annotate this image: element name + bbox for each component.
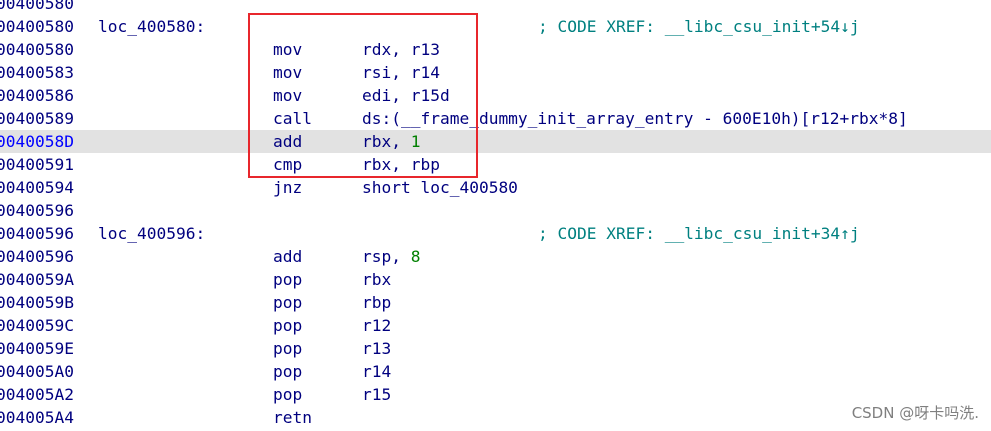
disassembly-line[interactable]: 0040059C pop r12 <box>0 314 991 337</box>
instruction-operands[interactable]: short loc_400580 <box>362 176 518 199</box>
line-address[interactable]: 00400580 <box>0 15 74 38</box>
csdn-watermark: CSDN @呀卡吗洗. <box>851 404 979 422</box>
instruction-operands[interactable]: rbx, rbp <box>362 153 440 176</box>
line-address[interactable]: 0040058D <box>0 130 74 153</box>
operand-immediate[interactable]: 1 <box>411 132 421 151</box>
instruction-operands[interactable]: rdx, r13 <box>362 38 440 61</box>
operand-text[interactable]: rbp <box>362 293 391 312</box>
instruction-operands[interactable]: rbp <box>362 291 391 314</box>
instruction-mnemonic[interactable]: pop <box>273 383 302 406</box>
operand-text[interactable]: edi, r15d <box>362 86 450 105</box>
line-address[interactable]: 00400586 <box>0 84 74 107</box>
line-address[interactable]: 004005A2 <box>0 383 74 406</box>
disassembly-line[interactable]: 004005A0 pop r14 <box>0 360 991 383</box>
line-address[interactable]: 00400583 <box>0 61 74 84</box>
operand-text[interactable]: short loc_400580 <box>362 178 518 197</box>
operand-text[interactable]: rbx, rbp <box>362 155 440 174</box>
line-address[interactable]: 00400594 <box>0 176 74 199</box>
operand-text[interactable]: r13 <box>362 339 391 358</box>
instruction-mnemonic[interactable]: pop <box>273 268 302 291</box>
code-label[interactable]: loc_400596: <box>98 222 205 245</box>
operand-text[interactable]: r12 <box>362 316 391 335</box>
xref-comment[interactable]: ; CODE XREF: __libc_csu_init+54↓j <box>538 15 860 38</box>
operand-text[interactable]: ds:(__frame_dummy_init_array_entry - 600… <box>362 109 908 128</box>
line-address[interactable]: 0040059E <box>0 337 74 360</box>
instruction-mnemonic[interactable]: pop <box>273 337 302 360</box>
disassembly-line[interactable]: 00400583 mov rsi, r14 <box>0 61 991 84</box>
instruction-mnemonic[interactable]: mov <box>273 38 302 61</box>
disassembly-line[interactable]: 004005A2 pop r15 <box>0 383 991 406</box>
line-address[interactable]: 00400591 <box>0 153 74 176</box>
line-address[interactable]: 00400596 <box>0 245 74 268</box>
instruction-mnemonic[interactable]: mov <box>273 84 302 107</box>
instruction-operands[interactable]: rsp, 8 <box>362 245 420 268</box>
line-address[interactable]: 00400580 <box>0 0 74 15</box>
operand-text[interactable]: rsi, r14 <box>362 63 440 82</box>
disassembly-listing[interactable]: 00400580 00400580 loc_400580:; CODE XREF: … <box>0 0 991 429</box>
line-address[interactable]: 0040059C <box>0 314 74 337</box>
operand-text[interactable]: rbx, <box>362 132 411 151</box>
instruction-mnemonic[interactable]: add <box>273 130 302 153</box>
operand-text[interactable]: r14 <box>362 362 391 381</box>
instruction-operands[interactable]: rsi, r14 <box>362 61 440 84</box>
disassembly-line[interactable]: 00400596 add rsp, 8 <box>0 245 991 268</box>
instruction-operands[interactable]: rbx <box>362 268 391 291</box>
line-address[interactable]: 00400596 <box>0 222 74 245</box>
instruction-mnemonic[interactable]: jnz <box>273 176 302 199</box>
line-address[interactable]: 004005A4 <box>0 406 74 429</box>
line-address[interactable]: 004005A0 <box>0 360 74 383</box>
instruction-mnemonic[interactable]: call <box>273 107 312 130</box>
instruction-mnemonic[interactable]: pop <box>273 291 302 314</box>
operand-text[interactable]: r15 <box>362 385 391 404</box>
instruction-operands[interactable]: r14 <box>362 360 391 383</box>
operand-text[interactable]: rsp, <box>362 247 411 266</box>
operand-text[interactable]: rdx, r13 <box>362 40 440 59</box>
code-label[interactable]: loc_400580: <box>98 15 205 38</box>
line-address[interactable]: 0040059B <box>0 291 74 314</box>
instruction-operands[interactable]: rbx, 1 <box>362 130 420 153</box>
line-address[interactable]: 00400596 <box>0 199 74 222</box>
disassembly-line[interactable]: 0040059B pop rbp <box>0 291 991 314</box>
instruction-mnemonic[interactable]: pop <box>273 360 302 383</box>
disassembly-line[interactable]: 0040059E pop r13 <box>0 337 991 360</box>
operand-text[interactable]: rbx <box>362 270 391 289</box>
line-address[interactable]: 0040059A <box>0 268 74 291</box>
disassembly-line[interactable]: 0040058D add rbx, 1 <box>0 130 991 153</box>
disassembly-line[interactable]: 00400586 mov edi, r15d <box>0 84 991 107</box>
operand-immediate[interactable]: 8 <box>411 247 421 266</box>
disassembly-line[interactable]: 00400580 <box>0 0 991 15</box>
instruction-mnemonic[interactable]: mov <box>273 61 302 84</box>
disassembly-line[interactable]: 00400596 loc_400596: ; CODE XREF: __libc_c… <box>0 222 991 245</box>
disassembly-line[interactable]: 00400591 cmp rbx, rbp <box>0 153 991 176</box>
disassembly-line[interactable]: 004005A4 retn <box>0 406 991 429</box>
instruction-mnemonic[interactable]: retn <box>273 406 312 429</box>
instruction-operands[interactable]: r15 <box>362 383 391 406</box>
disassembly-line[interactable]: 00400594 jnz short loc_400580 <box>0 176 991 199</box>
instruction-operands[interactable]: r12 <box>362 314 391 337</box>
disassembly-line[interactable]: 00400589 call ds:(__frame_dummy_init_array… <box>0 107 991 130</box>
disassembly-line[interactable]: 00400580 mov rdx, r13 <box>0 38 991 61</box>
line-address[interactable]: 00400580 <box>0 38 74 61</box>
disassembly-line[interactable]: 0040059A pop rbx <box>0 268 991 291</box>
instruction-operands[interactable]: ds:(__frame_dummy_init_array_entry - 600… <box>362 107 908 130</box>
disassembly-line[interactable]: 00400596 <box>0 199 991 222</box>
instruction-mnemonic[interactable]: cmp <box>273 153 302 176</box>
disassembly-line[interactable]: 00400580 loc_400580: ; CODE XREF: __libc_c… <box>0 15 991 38</box>
instruction-operands[interactable]: r13 <box>362 337 391 360</box>
instruction-mnemonic[interactable]: add <box>273 245 302 268</box>
instruction-mnemonic[interactable]: pop <box>273 314 302 337</box>
line-address[interactable]: 00400589 <box>0 107 74 130</box>
xref-comment[interactable]: ; CODE XREF: __libc_csu_init+34↑j <box>538 222 860 245</box>
instruction-operands[interactable]: edi, r15d <box>362 84 450 107</box>
